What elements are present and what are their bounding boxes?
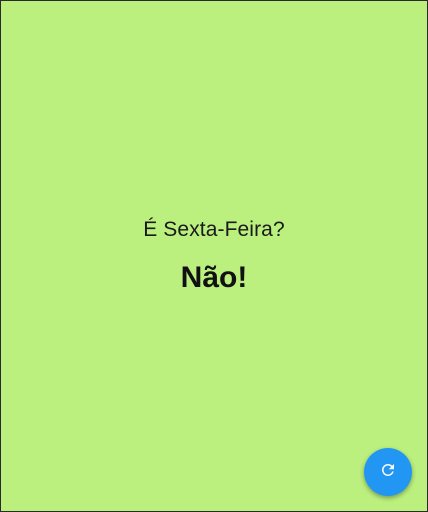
refresh-button[interactable] xyxy=(364,448,412,496)
answer-text: Não! xyxy=(180,261,248,294)
app-screen: É Sexta-Feira? Não! xyxy=(0,0,428,512)
refresh-icon xyxy=(379,461,397,484)
question-text: É Sexta-Feira? xyxy=(143,218,285,241)
main-content: É Sexta-Feira? Não! xyxy=(1,215,427,295)
